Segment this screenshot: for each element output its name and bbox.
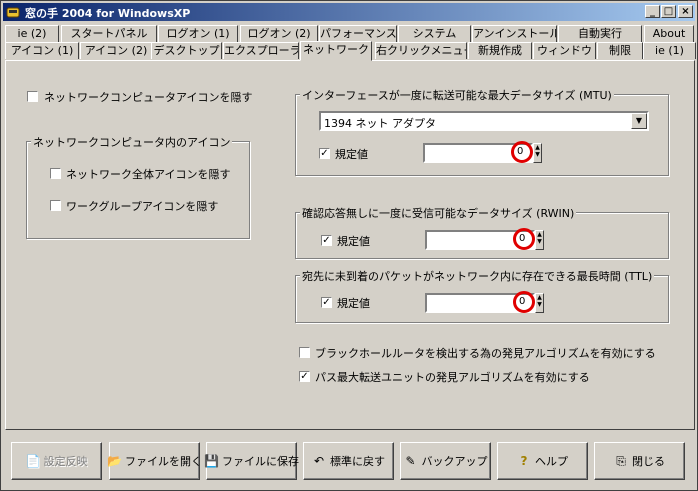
- pmtu-checkbox[interactable]: ✓: [299, 371, 310, 382]
- main-window: 窓の手 2004 for WindowsXP _ □ × ie (2) スタートパ…: [0, 0, 698, 491]
- maximize-button[interactable]: □: [661, 5, 676, 18]
- reset-default-label: 標準に戻す: [330, 455, 385, 468]
- network-icons-group-title: ネットワークコンピュータ内のアイコン: [31, 134, 233, 150]
- network-icons-group: [26, 141, 250, 239]
- top-tab-2[interactable]: ログオン (1): [158, 25, 238, 42]
- help-button[interactable]: ? ヘルプ: [497, 442, 588, 480]
- hide-network-icon-label: ネットワークコンピュータアイコンを隠す: [44, 91, 253, 104]
- highlight-circle: [513, 228, 535, 250]
- hide-network-icon-checkbox[interactable]: [27, 91, 38, 102]
- close-door-icon: ⎘: [616, 454, 626, 468]
- ttl-default-label: 規定値: [337, 297, 370, 310]
- highlight-circle: [511, 141, 533, 163]
- top-tab-7[interactable]: 自動実行: [558, 25, 642, 42]
- window-title: 窓の手 2004 for WindowsXP: [25, 7, 191, 20]
- app-icon: [6, 5, 20, 19]
- rwin-group-title: 確認応答無しに一度に受信可能なデータサイズ (RWIN): [300, 205, 577, 221]
- adapter-select[interactable]: 1394 ネット アダプタ ▼: [319, 111, 649, 131]
- help-label: ヘルプ: [535, 455, 568, 468]
- rwin-spin-button[interactable]: ▲ ▼: [535, 230, 544, 250]
- top-tab-3[interactable]: ログオン (2): [240, 25, 318, 42]
- ttl-default-checkbox[interactable]: ✓: [321, 297, 332, 308]
- network-panel: ネットワークコンピュータアイコンを隠す ネットワークコンピュータ内のアイコン ネ…: [5, 60, 695, 430]
- ttl-spin-button[interactable]: ▲ ▼: [535, 293, 544, 313]
- bottom-tab-6[interactable]: 新規作成: [468, 42, 532, 59]
- top-tab-0[interactable]: ie (2): [5, 25, 59, 42]
- minimize-button[interactable]: _: [645, 5, 660, 18]
- reset-default-button[interactable]: ↶ 標準に戻す: [303, 442, 394, 480]
- rwin-default-label: 規定値: [337, 235, 370, 248]
- backup-icon: ✎: [405, 454, 416, 468]
- mtu-default-checkbox[interactable]: ✓: [319, 148, 330, 159]
- bottom-tab-0[interactable]: アイコン (1): [5, 42, 79, 59]
- top-tab-4[interactable]: パフォーマンス: [319, 25, 397, 42]
- close-window-button[interactable]: ×: [678, 5, 693, 18]
- bottom-tab-2[interactable]: デスクトップ: [151, 42, 222, 59]
- bottom-tab-7[interactable]: ウィンドウ: [533, 42, 596, 59]
- mtu-default-label: 規定値: [335, 148, 368, 161]
- top-tab-5[interactable]: システム: [398, 25, 471, 42]
- top-tab-1[interactable]: スタートパネル: [61, 25, 157, 42]
- folder-open-icon: 📂: [107, 454, 122, 468]
- bottom-tab-4[interactable]: ネットワーク: [300, 41, 372, 61]
- blackhole-checkbox[interactable]: [299, 347, 310, 358]
- floppy-disk-icon: 💾: [204, 454, 219, 468]
- blackhole-label: ブラックホールルータを検出する為の発見アルゴリズムを有効にする: [315, 347, 656, 360]
- highlight-circle: [513, 291, 535, 313]
- save-file-label: ファイルに保存: [222, 455, 299, 468]
- apply-settings-button[interactable]: 📄 設定反映: [11, 442, 102, 480]
- close-button[interactable]: ⎘ 閉じる: [594, 442, 685, 480]
- bottom-tab-3[interactable]: エクスプローラ: [223, 42, 299, 59]
- apply-settings-label: 設定反映: [43, 455, 88, 468]
- backup-button[interactable]: ✎ バックアップ: [400, 442, 491, 480]
- ttl-group-title: 宛先に未到着のパケットがネットワーク内に存在できる最長時間 (TTL): [300, 268, 655, 284]
- bottom-tab-5[interactable]: 右クリックメニュー: [375, 42, 467, 59]
- pmtu-label: パス最大転送ユニットの発見アルゴリズムを有効にする: [315, 371, 590, 384]
- open-file-button[interactable]: 📂 ファイルを開く: [107, 442, 202, 480]
- bottom-tab-9[interactable]: ie (1): [643, 42, 696, 59]
- title-bar[interactable]: 窓の手 2004 for WindowsXP _ □ ×: [3, 3, 695, 21]
- apply-icon: 📄: [25, 454, 41, 468]
- adapter-select-value: 1394 ネット アダプタ: [324, 117, 436, 130]
- open-file-label: ファイルを開く: [125, 455, 202, 468]
- question-icon: ?: [520, 454, 528, 468]
- hide-workgroup-checkbox[interactable]: [50, 200, 61, 211]
- hide-entire-network-label: ネットワーク全体アイコンを隠す: [66, 168, 231, 181]
- backup-label: バックアップ: [421, 455, 488, 468]
- top-tab-8[interactable]: About: [644, 25, 694, 42]
- hide-workgroup-label: ワークグループアイコンを隠す: [66, 200, 219, 213]
- hide-entire-network-checkbox[interactable]: [50, 168, 61, 179]
- top-tab-6[interactable]: アンインストール: [472, 25, 557, 42]
- mtu-spin-button[interactable]: ▲ ▼: [533, 143, 542, 163]
- chevron-down-icon[interactable]: ▼: [631, 113, 647, 129]
- close-label: 閉じる: [632, 455, 665, 468]
- undo-icon: ↶: [313, 454, 325, 468]
- bottom-tab-8[interactable]: 制限: [597, 42, 643, 59]
- rwin-default-checkbox[interactable]: ✓: [321, 235, 332, 246]
- save-file-button[interactable]: 💾 ファイルに保存: [204, 442, 299, 480]
- mtu-group: [295, 94, 669, 176]
- mtu-group-title: インターフェースが一度に転送可能な最大データサイズ (MTU): [300, 87, 614, 103]
- bottom-tab-1[interactable]: アイコン (2): [80, 42, 152, 59]
